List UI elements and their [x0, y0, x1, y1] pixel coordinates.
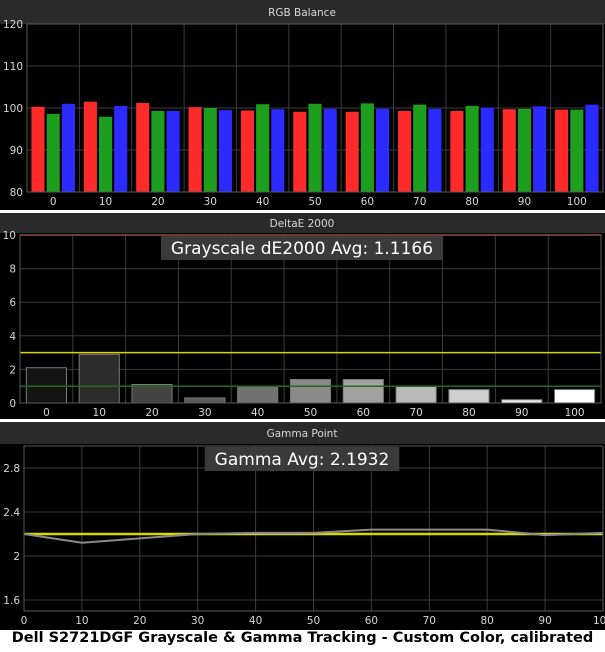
deltae-bar [448, 389, 490, 404]
blue-bar [166, 110, 180, 192]
green-bar [465, 105, 479, 192]
deltae-bar [342, 378, 384, 404]
blue-bar [480, 107, 494, 192]
y-tick-label: 2.4 [3, 507, 20, 519]
red-bar [397, 110, 412, 192]
green-bar [570, 109, 584, 192]
y-tick-label: 6 [9, 297, 16, 309]
x-tick-label: 90 [518, 196, 531, 208]
x-tick-label: 40 [251, 407, 264, 419]
annotation-text: Grayscale dE2000 Avg: 1.1166 [171, 239, 433, 259]
deltae-bar [237, 385, 279, 404]
red-bar [502, 109, 516, 192]
y-tick-label: 120 [3, 19, 23, 31]
red-bar [31, 106, 45, 192]
x-tick-label: 40 [249, 615, 262, 627]
y-tick-label: 2.8 [3, 463, 20, 475]
deltae-bar [395, 385, 437, 404]
green-bar [308, 103, 322, 192]
deltae-bar [501, 399, 543, 404]
green-bar [517, 108, 531, 192]
x-tick-label: 10 [99, 196, 112, 208]
x-tick-label: 30 [191, 615, 204, 627]
x-tick-label: 100 [567, 196, 587, 208]
blue-bar [218, 110, 233, 192]
x-tick-label: 90 [515, 407, 528, 419]
green-bar [256, 104, 270, 192]
x-tick-label: 90 [538, 615, 551, 627]
x-tick-label: 20 [145, 407, 158, 419]
chart-title-2: DeltaE 2000 [270, 218, 335, 230]
red-bar [188, 107, 202, 192]
chart-title-3: Gamma Point [267, 428, 338, 440]
deltae-bar [25, 367, 67, 404]
green-bar [46, 113, 60, 192]
red-bar [240, 110, 254, 192]
x-tick-label: 60 [357, 407, 370, 419]
y-tick-label: 8 [9, 264, 16, 276]
y-tick-label: 10 [3, 230, 16, 242]
blue-bar [61, 103, 75, 192]
x-tick-label: 10 [75, 615, 88, 627]
x-tick-label: 60 [361, 196, 374, 208]
x-tick-label: 70 [423, 615, 436, 627]
blue-bar [533, 106, 547, 192]
x-tick-label: 100 [593, 615, 605, 627]
red-bar [83, 101, 97, 192]
y-tick-label: 1.6 [3, 595, 20, 607]
blue-bar [323, 108, 337, 192]
x-tick-label: 50 [308, 196, 321, 208]
y-tick-label: 110 [3, 61, 23, 73]
x-tick-label: 80 [481, 615, 494, 627]
green-bar [151, 110, 165, 192]
green-bar [360, 103, 374, 192]
red-bar [136, 102, 150, 192]
deltae-bar [289, 378, 332, 404]
x-tick-label: 20 [133, 615, 146, 627]
blue-bar [114, 105, 128, 192]
x-tick-label: 0 [43, 407, 50, 419]
y-tick-label: 80 [10, 187, 23, 199]
deltae-bar [78, 353, 120, 404]
y-tick-label: 100 [3, 103, 23, 115]
y-tick-label: 90 [10, 145, 23, 157]
x-tick-label: 50 [307, 615, 320, 627]
blue-bar [428, 108, 442, 192]
blue-bar [271, 109, 285, 192]
y-tick-label: 2 [13, 551, 20, 563]
deltae-bar [131, 384, 173, 404]
chart-figure: RGB Balance80901001101200 10 20 30 40 50 60 70 8… [0, 0, 605, 630]
x-tick-label: 30 [198, 407, 211, 419]
chart-title-1: RGB Balance [268, 7, 336, 19]
green-bar [413, 104, 427, 192]
x-tick-label: 40 [256, 196, 269, 208]
figure-caption: Dell S2721DGF Grayscale & Gamma Tracking… [11, 630, 594, 646]
deltae-bar [184, 397, 226, 404]
x-tick-label: 60 [365, 615, 378, 627]
green-bar [99, 116, 113, 192]
red-bar [450, 110, 464, 192]
x-tick-label: 30 [204, 196, 217, 208]
green-bar [203, 108, 217, 192]
y-tick-label: 2 [9, 364, 16, 376]
x-tick-label: 80 [462, 407, 475, 419]
red-bar [345, 111, 359, 192]
deltae-bar [554, 389, 596, 404]
x-tick-label: 100 [565, 407, 585, 419]
x-tick-label: 70 [413, 196, 426, 208]
x-tick-label: 70 [409, 407, 422, 419]
y-tick-label: 0 [9, 398, 16, 410]
x-tick-label: 0 [21, 615, 28, 627]
red-bar [555, 109, 569, 192]
x-tick-label: 10 [93, 407, 106, 419]
annotation-text: Gamma Avg: 2.1932 [215, 450, 390, 470]
x-tick-label: 0 [50, 196, 57, 208]
x-tick-label: 50 [304, 407, 317, 419]
blue-bar [585, 104, 599, 192]
y-tick-label: 4 [9, 331, 16, 343]
x-tick-label: 80 [465, 196, 478, 208]
blue-bar [376, 108, 390, 192]
red-bar [293, 111, 307, 192]
x-tick-label: 20 [151, 196, 164, 208]
